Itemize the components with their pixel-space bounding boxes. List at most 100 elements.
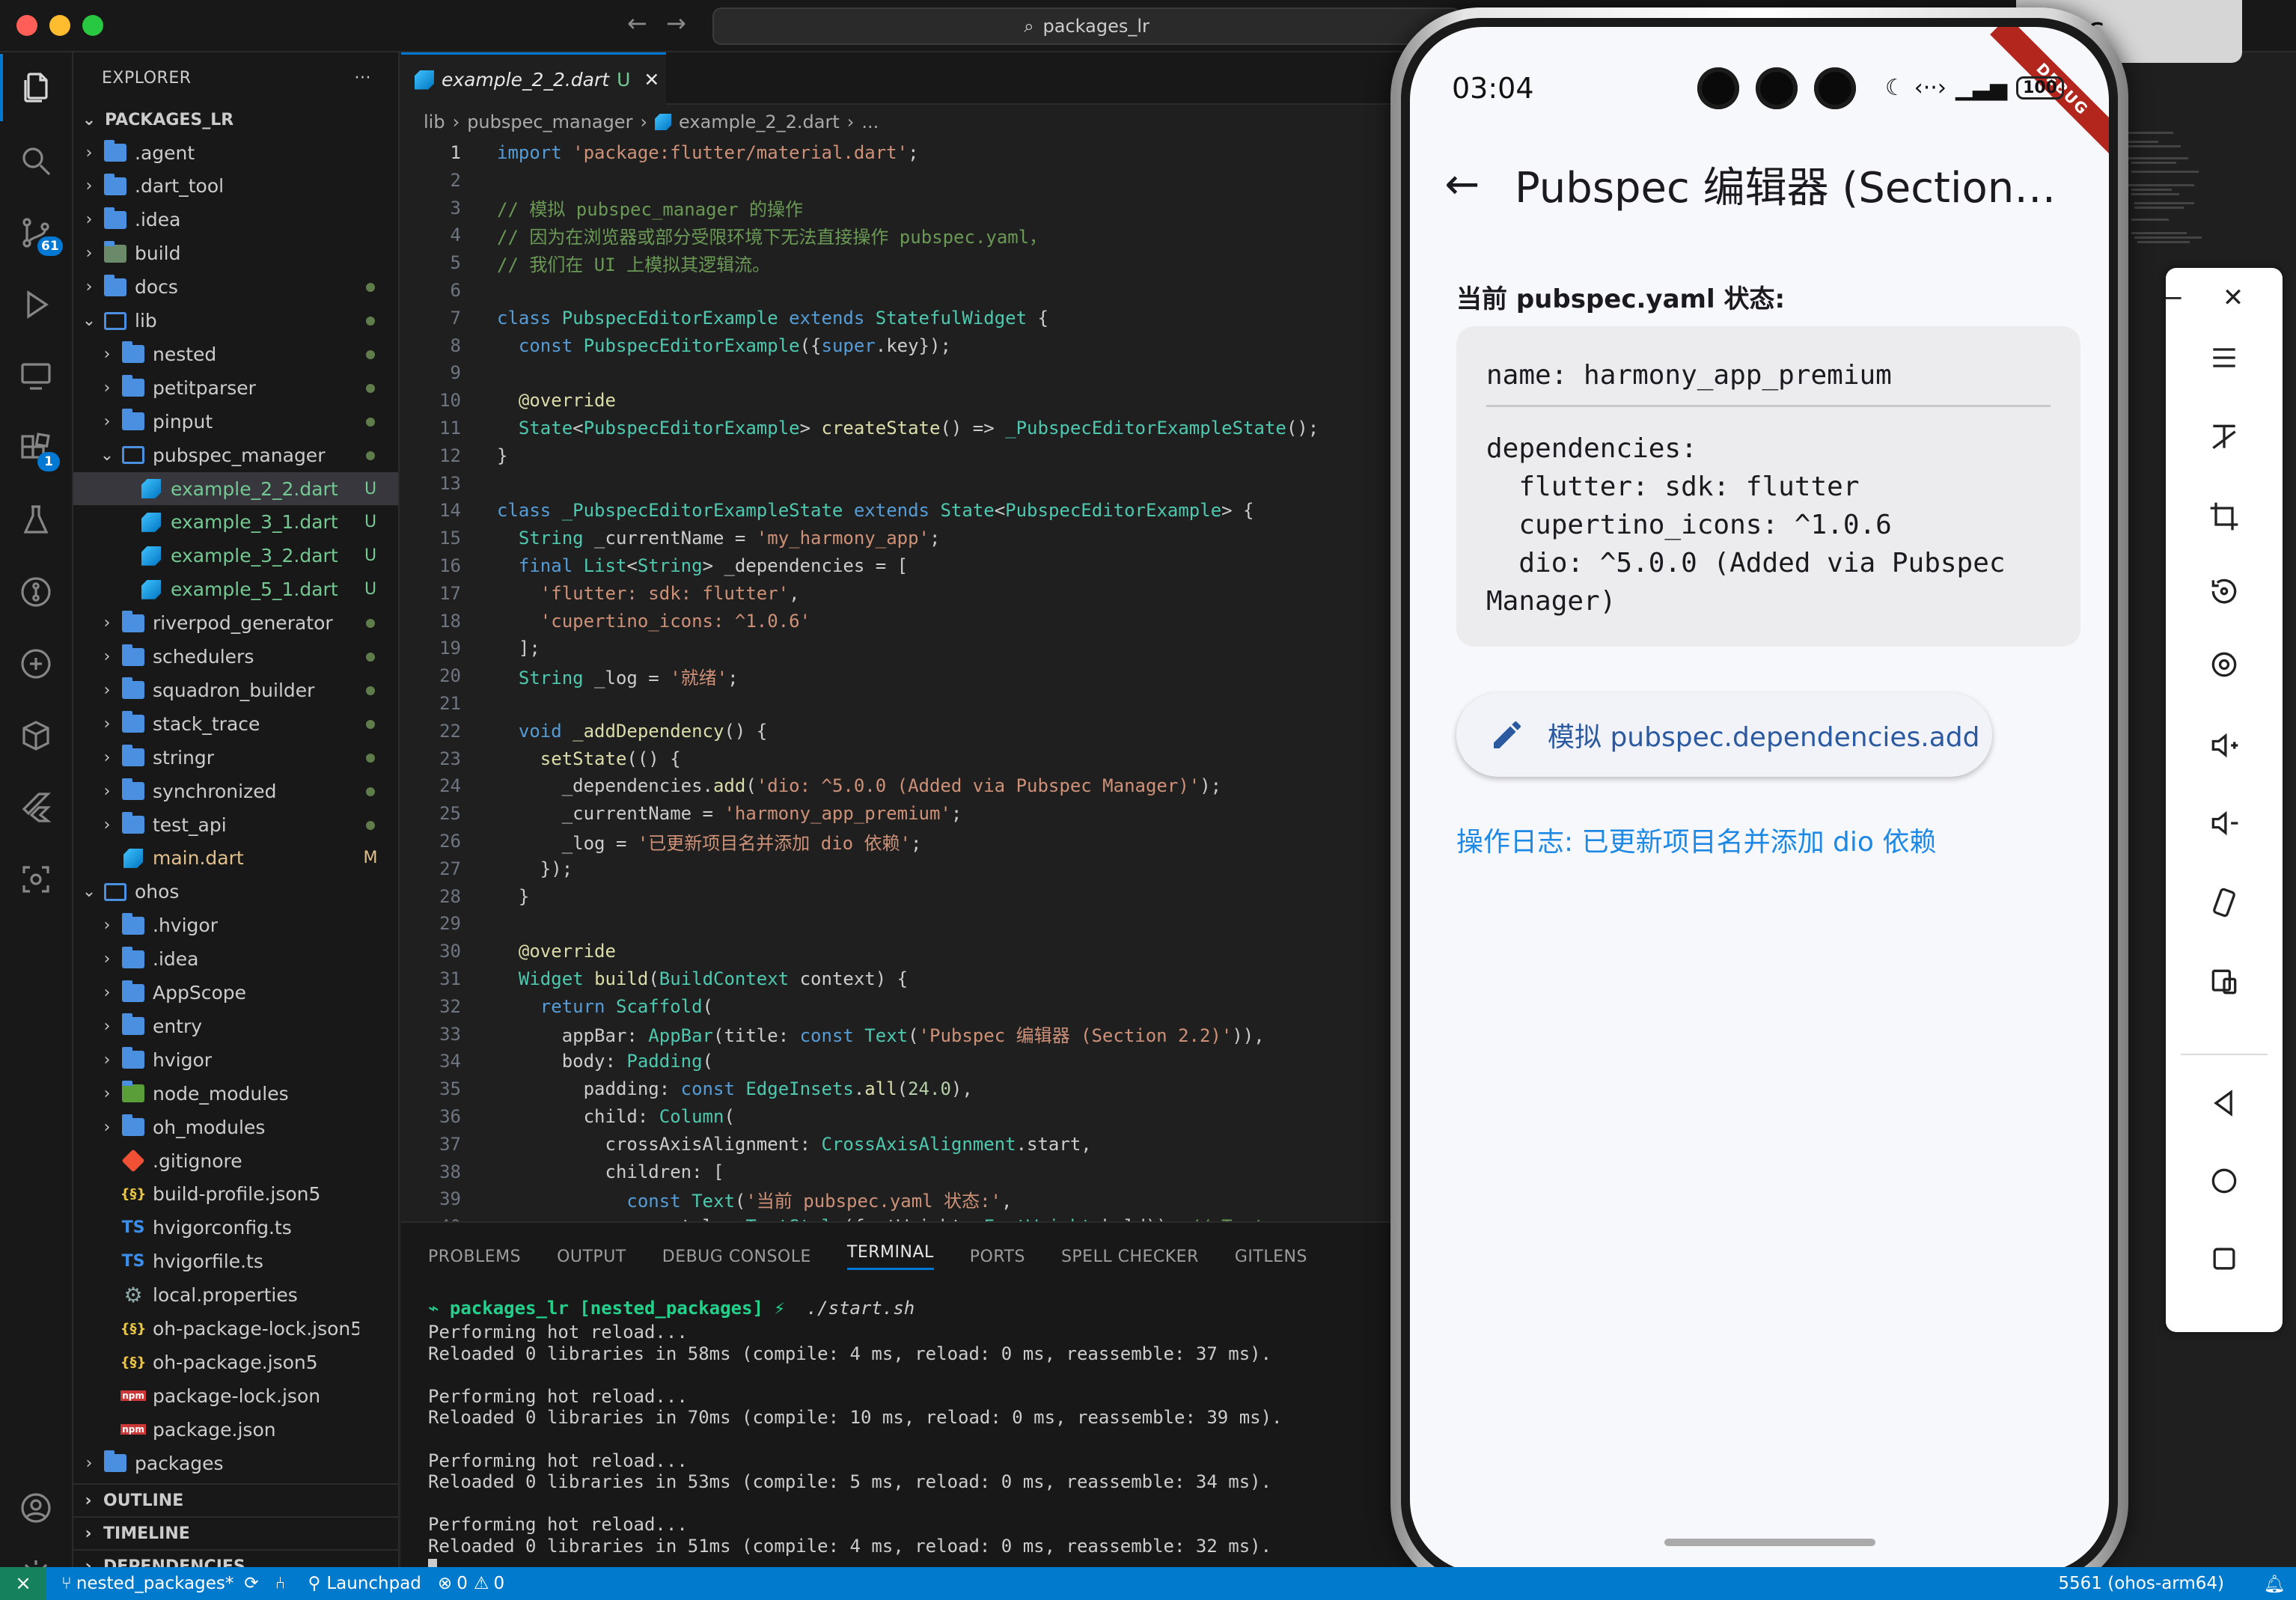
tree-item[interactable]: .gitignore: [73, 1144, 398, 1177]
volume-down-icon[interactable]: [2166, 801, 2283, 846]
remote-explorer-icon[interactable]: [0, 343, 72, 410]
tree-item[interactable]: › stringr: [73, 741, 398, 774]
docker-icon[interactable]: [0, 630, 72, 697]
extensions-icon[interactable]: 1: [0, 415, 72, 482]
tree-item[interactable]: › .idea: [73, 943, 398, 976]
breadcrumb-item[interactable]: pubspec_manager: [467, 112, 632, 132]
tree-item[interactable]: › nested: [73, 338, 398, 370]
chevron-right-icon[interactable]: ›: [97, 782, 117, 801]
chevron-right-icon[interactable]: ›: [97, 1017, 117, 1036]
tree-item[interactable]: {§} build-profile.json5: [73, 1178, 398, 1211]
breadcrumb-item[interactable]: ...: [861, 112, 879, 132]
tree-item[interactable]: › stack_trace: [73, 707, 398, 740]
tree-item[interactable]: › pinput: [73, 405, 398, 438]
minimize-icon[interactable]: −: [2143, 275, 2203, 320]
tree-item[interactable]: › petitparser: [73, 371, 398, 404]
tree-item[interactable]: › build: [73, 237, 398, 270]
panel-tab-gitlens[interactable]: GITLENS: [1235, 1248, 1307, 1266]
tree-item[interactable]: {§} oh-package-lock.json5: [73, 1313, 398, 1346]
tree-item[interactable]: example_5_1.dart U: [73, 573, 398, 606]
window-minimize-button[interactable]: [49, 15, 70, 36]
panel-tab-problems[interactable]: PROBLEMS: [428, 1248, 521, 1266]
record-icon[interactable]: [2166, 642, 2283, 687]
tree-item[interactable]: › schedulers: [73, 641, 398, 674]
branch-name[interactable]: nested_packages*: [76, 1574, 234, 1593]
panel-tab-debug-console[interactable]: DEBUG CONSOLE: [662, 1248, 811, 1266]
timeline-section[interactable]: › TIMELINE: [73, 1516, 398, 1549]
screenshot-off-icon[interactable]: [2166, 415, 2283, 459]
source-control-icon[interactable]: 61: [0, 199, 72, 266]
chevron-right-icon[interactable]: ›: [97, 1118, 117, 1137]
tree-item[interactable]: TS hvigorfile.ts: [73, 1245, 398, 1278]
crop-icon[interactable]: [2166, 494, 2283, 539]
rotate-device-icon[interactable]: [2166, 880, 2283, 925]
volume-up-icon[interactable]: [2166, 723, 2283, 768]
chevron-right-icon[interactable]: ›: [97, 412, 117, 431]
tree-item[interactable]: › .hvigor: [73, 909, 398, 942]
tree-item[interactable]: › docs: [73, 271, 398, 304]
add-dependency-button[interactable]: 模拟 pubspec.dependencies.add: [1456, 693, 1992, 777]
close-icon[interactable]: ✕: [644, 69, 659, 91]
tree-item[interactable]: › packages: [73, 1447, 398, 1480]
panel-tab-ports[interactable]: PORTS: [970, 1248, 1025, 1266]
tree-item[interactable]: ⌄ ohos: [73, 876, 398, 909]
breadcrumb-item[interactable]: example_2_2.dart: [679, 112, 840, 132]
panel-tab-spell-checker[interactable]: SPELL CHECKER: [1061, 1248, 1199, 1266]
nav-home-icon[interactable]: [2166, 1158, 2283, 1203]
chevron-right-icon[interactable]: ›: [97, 715, 117, 733]
tree-item[interactable]: ⚙ local.properties: [73, 1279, 398, 1312]
device-label[interactable]: 5561 (ohos-arm64): [2058, 1574, 2224, 1593]
window-maximize-button[interactable]: [82, 15, 103, 36]
window-close-button[interactable]: [16, 15, 37, 36]
run-debug-icon[interactable]: [0, 271, 72, 338]
chevron-right-icon[interactable]: ›: [97, 647, 117, 666]
tree-item[interactable]: › riverpod_generator: [73, 607, 398, 640]
chevron-right-icon[interactable]: ›: [79, 1454, 99, 1473]
tree-item[interactable]: › .idea: [73, 204, 398, 236]
rotate-icon[interactable]: [2166, 569, 2283, 614]
inspect-icon[interactable]: [0, 846, 72, 913]
chevron-right-icon[interactable]: ›: [97, 345, 117, 364]
package-icon[interactable]: [0, 702, 72, 769]
chevron-right-icon[interactable]: ›: [79, 210, 99, 229]
chevron-down-icon[interactable]: ⌄: [79, 882, 99, 901]
breadcrumb-item[interactable]: lib: [424, 112, 445, 132]
explorer-more-button[interactable]: ···: [355, 69, 371, 88]
panel-tab-output[interactable]: OUTPUT: [557, 1248, 626, 1266]
back-arrow-icon[interactable]: ←: [1410, 160, 1515, 209]
tree-item[interactable]: › AppScope: [73, 977, 398, 1010]
panel-tab-terminal[interactable]: TERMINAL: [846, 1243, 934, 1270]
tree-item[interactable]: example_2_2.dart U: [73, 472, 398, 505]
chevron-right-icon[interactable]: ›: [97, 983, 117, 1002]
outline-section[interactable]: › OUTLINE: [73, 1483, 398, 1516]
chevron-right-icon[interactable]: ›: [97, 681, 117, 700]
menu-icon[interactable]: [2166, 335, 2283, 380]
tree-item[interactable]: example_3_1.dart U: [73, 506, 398, 539]
search-icon[interactable]: [0, 127, 72, 195]
chevron-right-icon[interactable]: ›: [79, 144, 99, 162]
chevron-down-icon[interactable]: ⌄: [79, 311, 99, 330]
explorer-root[interactable]: ⌄ PACKAGES_LR: [73, 103, 398, 136]
gitlens-icon[interactable]: [0, 558, 72, 626]
tree-item[interactable]: › .dart_tool: [73, 170, 398, 203]
tree-item[interactable]: › oh_modules: [73, 1111, 398, 1143]
tree-item[interactable]: npm package.json: [73, 1413, 398, 1446]
fold-device-icon[interactable]: [2166, 959, 2283, 1004]
tree-item[interactable]: ⌄ pubspec_manager: [73, 439, 398, 471]
chevron-right-icon[interactable]: ›: [79, 177, 99, 195]
tree-item[interactable]: {§} oh-package.json5: [73, 1346, 398, 1378]
error-count[interactable]: 0: [457, 1574, 468, 1593]
forward-arrow-icon[interactable]: →: [666, 9, 686, 37]
tree-item[interactable]: › squadron_builder: [73, 674, 398, 706]
tree-item[interactable]: main.dart M: [73, 842, 398, 875]
chevron-right-icon[interactable]: ›: [79, 278, 99, 296]
chevron-right-icon[interactable]: ›: [97, 614, 117, 632]
chevron-right-icon[interactable]: ›: [97, 950, 117, 968]
tree-item[interactable]: ⌄ lib: [73, 305, 398, 338]
tree-item[interactable]: › node_modules: [73, 1077, 398, 1110]
git-graph-icon[interactable]: ⑃: [275, 1574, 286, 1593]
warning-count[interactable]: 0: [493, 1574, 504, 1593]
tab-example-2-2[interactable]: example_2_2.dart U ✕: [401, 52, 666, 105]
tree-item[interactable]: › .agent: [73, 136, 398, 169]
tree-item[interactable]: › synchronized: [73, 775, 398, 807]
